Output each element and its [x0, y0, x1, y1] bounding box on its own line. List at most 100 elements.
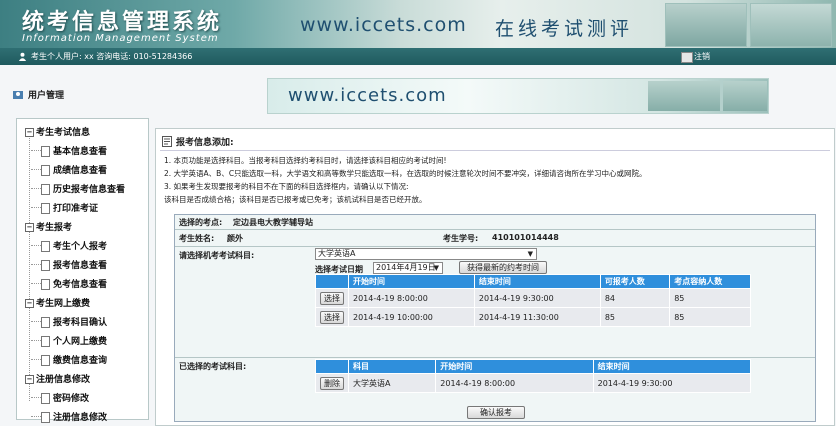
- sidebar-item[interactable]: 缴费信息查询: [41, 353, 107, 366]
- sidebar-item[interactable]: 历史报考信息查看: [41, 182, 125, 195]
- column-header: 结束时间: [592, 359, 752, 374]
- slot-end: 2014-4-19 11:30:00: [473, 307, 601, 327]
- sidebar-item[interactable]: 成绩信息查看: [41, 163, 107, 176]
- note-2: 2. 大学英语A、B、C只能选取一科，大学语文和高等数学只能选取一科，在选取的时…: [164, 169, 647, 178]
- sidebar-item[interactable]: 打印准考证: [41, 201, 98, 214]
- column-header: 科目: [347, 359, 437, 374]
- collapse-icon[interactable]: −: [25, 128, 34, 137]
- slot-end: 2014-4-19 9:30:00: [473, 288, 601, 308]
- sidebar-group[interactable]: − 考生报考: [25, 220, 72, 233]
- column-header: 考点容纳人数: [669, 274, 751, 289]
- chevron-down-icon: ▼: [433, 264, 439, 272]
- exam-site-row: 选择的考点: 定边县电大教学辅导站: [175, 215, 815, 230]
- page-icon: [41, 336, 50, 347]
- user-icon: [18, 52, 27, 61]
- delete-button[interactable]: 删除: [320, 376, 344, 390]
- main-area: www.iccets.com 报考信息添加: 1. 本页功能是选择科目。当报考科…: [155, 66, 836, 426]
- page-icon: [41, 279, 50, 290]
- slot-row: 选择 2014-4-19 10:00:00 2014-4-19 11:30:00 85…: [315, 307, 751, 327]
- student-name: 颜外: [227, 234, 243, 243]
- document-icon: [162, 136, 172, 147]
- page-icon: [41, 146, 50, 157]
- banner-photo: [723, 81, 767, 111]
- main-banner-url: www.iccets.com: [288, 85, 447, 106]
- collapse-icon[interactable]: −: [25, 375, 34, 384]
- divider: [160, 150, 830, 151]
- page-icon: [41, 203, 50, 214]
- column-header: [315, 274, 349, 289]
- column-header: [315, 359, 349, 374]
- slot-row: 选择 2014-4-19 8:00:00 2014-4-19 9:30:00 84 85: [315, 288, 751, 308]
- sidebar-item[interactable]: 基本信息查看: [41, 144, 107, 157]
- column-header: 结束时间: [473, 274, 601, 289]
- slots-table: 开始时间 结束时间 可报考人数 考点容纳人数 选择 2014-4-19 8:00:00 2…: [315, 274, 751, 327]
- slot-capacity: 85: [669, 307, 751, 327]
- page-icon: [41, 393, 50, 404]
- logout-link[interactable]: 注销: [694, 48, 710, 65]
- exam-form: 选择的考点: 定边县电大教学辅导站 考生姓名: 颜外 考生学号: 4101010…: [174, 214, 816, 422]
- logout-icon[interactable]: [681, 52, 693, 63]
- note-4: 该科目是否成绩合格；该科目是否已报考或已免考；该机试科目是否已经开放。: [164, 195, 427, 204]
- system-subtitle: Information Management System: [22, 33, 219, 44]
- sidebar-item[interactable]: 考生个人报考: [41, 239, 107, 252]
- sidebar-heading: 用户管理: [12, 88, 64, 101]
- fetch-times-button[interactable]: 获得最新的约考时间: [459, 261, 547, 274]
- page-icon: [41, 260, 50, 271]
- subject-row: 请选择机考考试科目: 大学英语A ▼ 选择考试日期 2014年4月19日 ▼ 获得最…: [175, 246, 815, 358]
- user-manage-icon: [13, 90, 23, 99]
- chosen-start: 2014-4-19 8:00:00: [435, 373, 594, 393]
- chosen-subject: 大学英语A: [347, 373, 437, 393]
- page-icon: [41, 165, 50, 176]
- sidebar-item[interactable]: 密码修改: [41, 391, 89, 404]
- slot-available: 84: [599, 288, 671, 308]
- sidebar-item[interactable]: 免考信息查看: [41, 277, 107, 290]
- sidebar-item[interactable]: 注册信息修改: [41, 410, 107, 423]
- subject-select[interactable]: 大学英语A ▼: [315, 248, 537, 260]
- sidebar-group[interactable]: − 考生网上缴费: [25, 296, 90, 309]
- slot-start: 2014-4-19 10:00:00: [348, 307, 475, 327]
- chosen-table: 科目 开始时间 结束时间 删除 大学英语A 2014-4-19 8:00:00 2014-…: [315, 359, 752, 393]
- nav-tree: − 考生考试信息基本信息查看 成绩信息查看历史报考信息查看 打印准考证 − 考生报考考生个…: [16, 118, 149, 423]
- student-number: 410101014448: [492, 233, 559, 242]
- sidebar-item[interactable]: 个人网上缴费: [41, 334, 107, 347]
- page-icon: [41, 355, 50, 366]
- slot-capacity: 85: [669, 288, 751, 308]
- page-icon: [41, 317, 50, 328]
- sidebar-group[interactable]: − 考生考试信息: [25, 125, 90, 138]
- chevron-down-icon: ▼: [527, 250, 533, 258]
- slot-available: 85: [599, 307, 671, 327]
- site-url: www.iccets.com: [300, 14, 467, 36]
- slot-start: 2014-4-19 8:00:00: [348, 288, 475, 308]
- banner-photo: [750, 3, 832, 47]
- note-1: 1. 本页功能是选择科目。当报考科目选择约考科目时，请选择该科目相应的考试时间!: [164, 156, 447, 165]
- confirm-button[interactable]: 确认报考: [467, 406, 525, 419]
- user-info: 考生个人用户: xx 咨询电话: 010-51284366: [31, 52, 193, 61]
- column-header: 开始时间: [348, 274, 475, 289]
- page-icon: [41, 241, 50, 252]
- student-row: 考生姓名: 颜外 考生学号: 410101014448: [175, 229, 815, 247]
- collapse-icon[interactable]: −: [25, 223, 34, 232]
- system-title: 统考信息管理系统: [22, 9, 223, 35]
- chosen-row: 已选择的考试科目: 科目 开始时间 结束时间 删除 大学英语A 2014-4-19 8:…: [175, 357, 815, 403]
- sidebar-item[interactable]: 报考信息查看: [41, 258, 107, 271]
- banner-photo: [648, 81, 720, 111]
- note-3: 3. 如果考生发现要报考的科目不在下面的科目选择框内，请确认以下情况:: [164, 182, 409, 191]
- chosen-end: 2014-4-19 9:30:00: [592, 373, 752, 393]
- select-slot-button[interactable]: 选择: [320, 310, 344, 324]
- column-header: 开始时间: [435, 359, 594, 374]
- section-title: 报考信息添加:: [162, 135, 234, 148]
- user-bar: 考生个人用户: xx 咨询电话: 010-51284366 注销: [0, 48, 836, 65]
- main-banner: www.iccets.com: [267, 78, 769, 114]
- date-select[interactable]: 2014年4月19日 ▼: [373, 262, 443, 274]
- page-icon: [41, 412, 50, 423]
- page-icon: [41, 184, 50, 195]
- select-slot-button[interactable]: 选择: [320, 291, 344, 305]
- collapse-icon[interactable]: −: [25, 299, 34, 308]
- sidebar-group[interactable]: − 注册信息修改: [25, 372, 90, 385]
- site-slogan: 在线考试测评: [495, 18, 634, 40]
- exam-site-value: 定边县电大教学辅导站: [233, 218, 313, 227]
- header-banner: 统考信息管理系统 Information Management System w…: [0, 0, 836, 48]
- sidebar-item[interactable]: 报考科目确认: [41, 315, 107, 328]
- banner-photo: [665, 3, 747, 47]
- column-header: 可报考人数: [599, 274, 671, 289]
